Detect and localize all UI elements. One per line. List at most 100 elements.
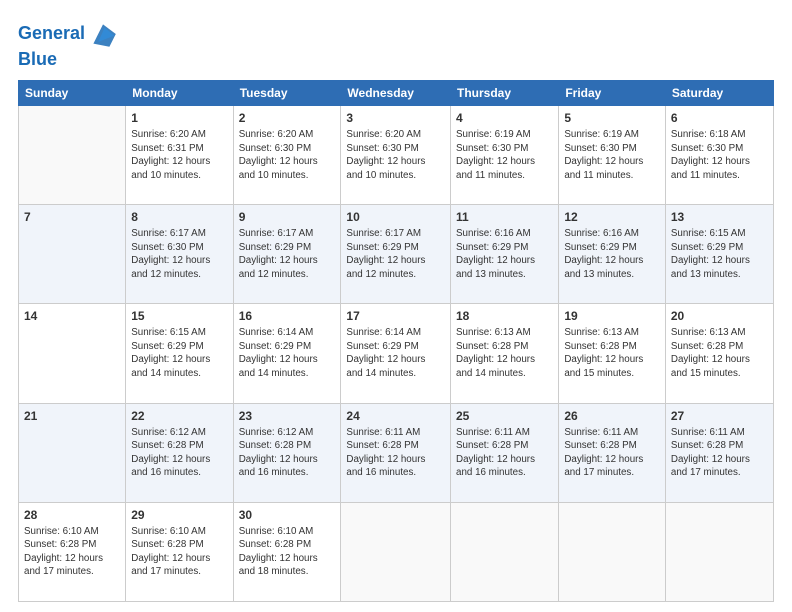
- day-info: Sunrise: 6:20 AM Sunset: 6:30 PM Dayligh…: [239, 128, 336, 182]
- table-row: 1 Sunrise: 6:20 AM Sunset: 6:31 PM Daylig…: [126, 105, 233, 204]
- table-row: 3 Sunrise: 6:20 AM Sunset: 6:30 PM Daylig…: [341, 105, 451, 204]
- table-row: 15 Sunrise: 6:15 AM Sunset: 6:29 PM Dayli…: [126, 304, 233, 403]
- table-row: 8 Sunrise: 6:17 AM Sunset: 6:30 PM Daylig…: [126, 205, 233, 304]
- table-row: 20 Sunrise: 6:13 AM Sunset: 6:28 PM Dayli…: [665, 304, 773, 403]
- day-number: 6: [671, 110, 768, 126]
- table-row: [559, 502, 666, 601]
- logo-text2: Blue: [18, 50, 57, 70]
- day-number: 20: [671, 308, 768, 324]
- table-row: 4 Sunrise: 6:19 AM Sunset: 6:30 PM Daylig…: [451, 105, 559, 204]
- col-thursday: Thursday: [451, 80, 559, 105]
- day-number: 4: [456, 110, 553, 126]
- calendar-week-row: 14 15 Sunrise: 6:15 AM Sunset: 6:29 PM Day…: [19, 304, 774, 403]
- table-row: 12Sunrise: 6:16 AM Sunset: 6:29 PM Dayli…: [559, 205, 666, 304]
- table-row: [665, 502, 773, 601]
- day-number: 27: [671, 408, 768, 424]
- table-row: 7: [19, 205, 126, 304]
- calendar-week-row: 1 Sunrise: 6:20 AM Sunset: 6:31 PM Daylig…: [19, 105, 774, 204]
- day-info: Sunrise: 6:17 AM Sunset: 6:30 PM Dayligh…: [131, 227, 227, 281]
- day-number: 9: [239, 209, 336, 225]
- day-number: 24: [346, 408, 445, 424]
- day-number: 11: [456, 209, 553, 225]
- day-number: 25: [456, 408, 553, 424]
- day-info: Sunrise: 6:12 AM Sunset: 6:28 PM Dayligh…: [239, 426, 336, 480]
- col-sunday: Sunday: [19, 80, 126, 105]
- day-info: Sunrise: 6:16 AM Sunset: 6:29 PM Dayligh…: [456, 227, 553, 281]
- day-number: 28: [24, 507, 120, 523]
- day-number: 2: [239, 110, 336, 126]
- day-number: 17: [346, 308, 445, 324]
- table-row: 26 Sunrise: 6:11 AM Sunset: 6:28 PM Dayli…: [559, 403, 666, 502]
- day-info: Sunrise: 6:11 AM Sunset: 6:28 PM Dayligh…: [564, 426, 660, 480]
- day-number: 10: [346, 209, 445, 225]
- day-info: Sunrise: 6:15 AM Sunset: 6:29 PM Dayligh…: [671, 227, 768, 281]
- table-row: [19, 105, 126, 204]
- day-number: 29: [131, 507, 227, 523]
- day-number: 23: [239, 408, 336, 424]
- day-info: Sunrise: 6:17 AM Sunset: 6:29 PM Dayligh…: [239, 227, 336, 281]
- table-row: 22 Sunrise: 6:12 AM Sunset: 6:28 PM Dayli…: [126, 403, 233, 502]
- day-number: 13: [671, 209, 768, 225]
- day-number: 22: [131, 408, 227, 424]
- day-info: Sunrise: 6:14 AM Sunset: 6:29 PM Dayligh…: [239, 326, 336, 380]
- table-row: 24 Sunrise: 6:11 AM Sunset: 6:28 PM Dayli…: [341, 403, 451, 502]
- day-number: 1: [131, 110, 227, 126]
- day-info: Sunrise: 6:11 AM Sunset: 6:28 PM Dayligh…: [346, 426, 445, 480]
- logo: General Blue: [18, 18, 119, 70]
- table-row: [451, 502, 559, 601]
- day-info: Sunrise: 6:10 AM Sunset: 6:28 PM Dayligh…: [131, 525, 227, 579]
- day-info: Sunrise: 6:18 AM Sunset: 6:30 PM Dayligh…: [671, 128, 768, 182]
- table-row: 9 Sunrise: 6:17 AM Sunset: 6:29 PM Daylig…: [233, 205, 341, 304]
- calendar-header-row: Sunday Monday Tuesday Wednesday Thursday…: [19, 80, 774, 105]
- day-info: Sunrise: 6:10 AM Sunset: 6:28 PM Dayligh…: [239, 525, 336, 579]
- day-info: Sunrise: 6:10 AM Sunset: 6:28 PM Dayligh…: [24, 525, 120, 579]
- table-row: 16Sunrise: 6:14 AM Sunset: 6:29 PM Dayli…: [233, 304, 341, 403]
- col-monday: Monday: [126, 80, 233, 105]
- logo-text: General: [18, 24, 85, 44]
- table-row: [341, 502, 451, 601]
- day-number: 30: [239, 507, 336, 523]
- col-wednesday: Wednesday: [341, 80, 451, 105]
- day-number: 21: [24, 408, 120, 424]
- day-number: 14: [24, 308, 120, 324]
- table-row: 29 Sunrise: 6:10 AM Sunset: 6:28 PM Dayli…: [126, 502, 233, 601]
- col-friday: Friday: [559, 80, 666, 105]
- day-number: 18: [456, 308, 553, 324]
- day-info: Sunrise: 6:20 AM Sunset: 6:30 PM Dayligh…: [346, 128, 445, 182]
- page: General Blue Sunday Monday Tuesday: [0, 0, 792, 612]
- table-row: 2 Sunrise: 6:20 AM Sunset: 6:30 PM Daylig…: [233, 105, 341, 204]
- day-info: Sunrise: 6:19 AM Sunset: 6:30 PM Dayligh…: [456, 128, 553, 182]
- table-row: 10Sunrise: 6:17 AM Sunset: 6:29 PM Dayli…: [341, 205, 451, 304]
- col-saturday: Saturday: [665, 80, 773, 105]
- table-row: 19 Sunrise: 6:13 AM Sunset: 6:28 PM Dayli…: [559, 304, 666, 403]
- table-row: 21: [19, 403, 126, 502]
- day-info: Sunrise: 6:11 AM Sunset: 6:28 PM Dayligh…: [456, 426, 553, 480]
- table-row: 5Sunrise: 6:19 AM Sunset: 6:30 PM Daylig…: [559, 105, 666, 204]
- day-info: Sunrise: 6:12 AM Sunset: 6:28 PM Dayligh…: [131, 426, 227, 480]
- day-number: 3: [346, 110, 445, 126]
- calendar-week-row: 78 Sunrise: 6:17 AM Sunset: 6:30 PM Dayli…: [19, 205, 774, 304]
- day-number: 8: [131, 209, 227, 225]
- table-row: 14: [19, 304, 126, 403]
- day-info: Sunrise: 6:15 AM Sunset: 6:29 PM Dayligh…: [131, 326, 227, 380]
- table-row: 27Sunrise: 6:11 AM Sunset: 6:28 PM Dayli…: [665, 403, 773, 502]
- day-number: 19: [564, 308, 660, 324]
- calendar-week-row: 28 Sunrise: 6:10 AM Sunset: 6:28 PM Dayli…: [19, 502, 774, 601]
- table-row: 25 Sunrise: 6:11 AM Sunset: 6:28 PM Dayli…: [451, 403, 559, 502]
- col-tuesday: Tuesday: [233, 80, 341, 105]
- table-row: 13 Sunrise: 6:15 AM Sunset: 6:29 PM Dayli…: [665, 205, 773, 304]
- calendar-week-row: 21 22 Sunrise: 6:12 AM Sunset: 6:28 PM Day…: [19, 403, 774, 502]
- logo-icon: [87, 18, 119, 50]
- day-info: Sunrise: 6:14 AM Sunset: 6:29 PM Dayligh…: [346, 326, 445, 380]
- day-info: Sunrise: 6:20 AM Sunset: 6:31 PM Dayligh…: [131, 128, 227, 182]
- table-row: 18Sunrise: 6:13 AM Sunset: 6:28 PM Dayli…: [451, 304, 559, 403]
- day-info: Sunrise: 6:13 AM Sunset: 6:28 PM Dayligh…: [671, 326, 768, 380]
- day-number: 12: [564, 209, 660, 225]
- header: General Blue: [18, 18, 774, 70]
- day-number: 15: [131, 308, 227, 324]
- table-row: 17 Sunrise: 6:14 AM Sunset: 6:29 PM Dayli…: [341, 304, 451, 403]
- day-info: Sunrise: 6:13 AM Sunset: 6:28 PM Dayligh…: [564, 326, 660, 380]
- day-number: 26: [564, 408, 660, 424]
- table-row: 30 Sunrise: 6:10 AM Sunset: 6:28 PM Dayli…: [233, 502, 341, 601]
- table-row: 28 Sunrise: 6:10 AM Sunset: 6:28 PM Dayli…: [19, 502, 126, 601]
